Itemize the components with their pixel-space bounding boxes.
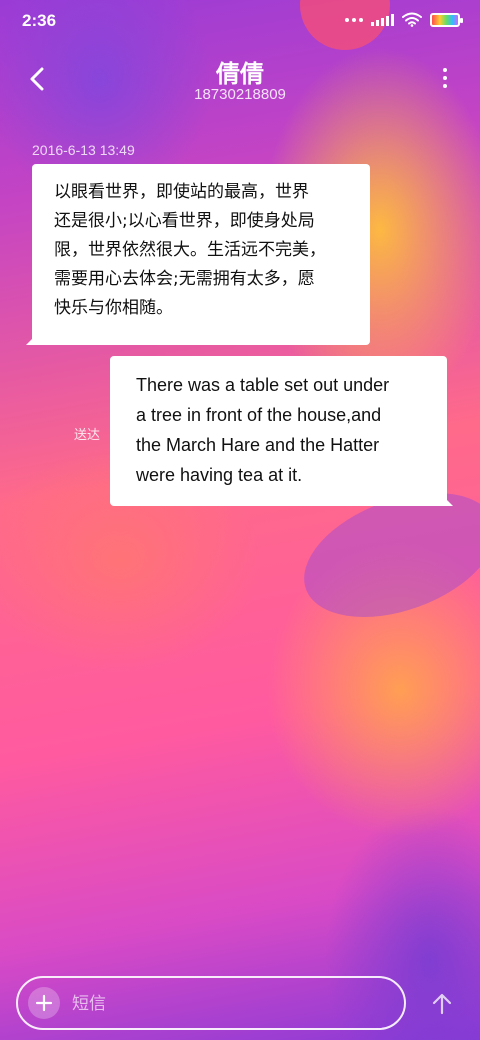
message-line: the March Hare and the Hatter xyxy=(136,435,380,455)
more-vertical-icon xyxy=(443,68,447,72)
conversation-header: 倩倩 18730218809 xyxy=(0,50,480,110)
message-line: 还是很小;以心看世界，即使身处局 xyxy=(54,211,315,231)
arrow-up-icon xyxy=(432,993,452,1015)
message-composer xyxy=(16,976,406,1030)
message-input[interactable] xyxy=(72,988,392,1020)
incoming-message-bubble[interactable]: 以眼看世界，即使站的最高，世界 还是很小;以心看世界，即使身处局 限，世界依然很… xyxy=(26,164,370,345)
message-line: There was a table set out under xyxy=(136,375,390,395)
signal-icon xyxy=(371,13,394,26)
more-options-button[interactable] xyxy=(438,68,452,92)
message-line: a tree in front of the house,and xyxy=(136,405,382,425)
contact-number: 18730218809 xyxy=(194,86,286,103)
status-time: 2:36 xyxy=(22,11,57,30)
battery-icon xyxy=(430,12,463,27)
message-line: 以眼看世界，即使站的最高，世界 xyxy=(54,182,309,202)
status-bar: 2:36 xyxy=(0,0,480,44)
message-line: were having tea at it. xyxy=(136,465,303,485)
message-line: 限，世界依然很大。生活远不完美， xyxy=(54,240,326,260)
message-timestamp: 2016-6-13 13:49 xyxy=(32,142,135,158)
add-attachment-button[interactable] xyxy=(28,987,60,1019)
message-line: 快乐与你相随。 xyxy=(54,298,173,318)
contact-name: 倩倩 xyxy=(216,60,264,88)
delivery-status: 送达 xyxy=(74,428,101,443)
notification-dots-icon xyxy=(345,17,363,22)
outgoing-message-bubble[interactable]: There was a table set out under a tree i… xyxy=(110,356,453,506)
message-line: 需要用心去体会;无需拥有太多，愿 xyxy=(54,269,315,289)
wifi-icon xyxy=(402,12,422,27)
send-button[interactable] xyxy=(426,988,458,1020)
plus-icon xyxy=(35,994,53,1012)
status-icons xyxy=(345,12,463,27)
